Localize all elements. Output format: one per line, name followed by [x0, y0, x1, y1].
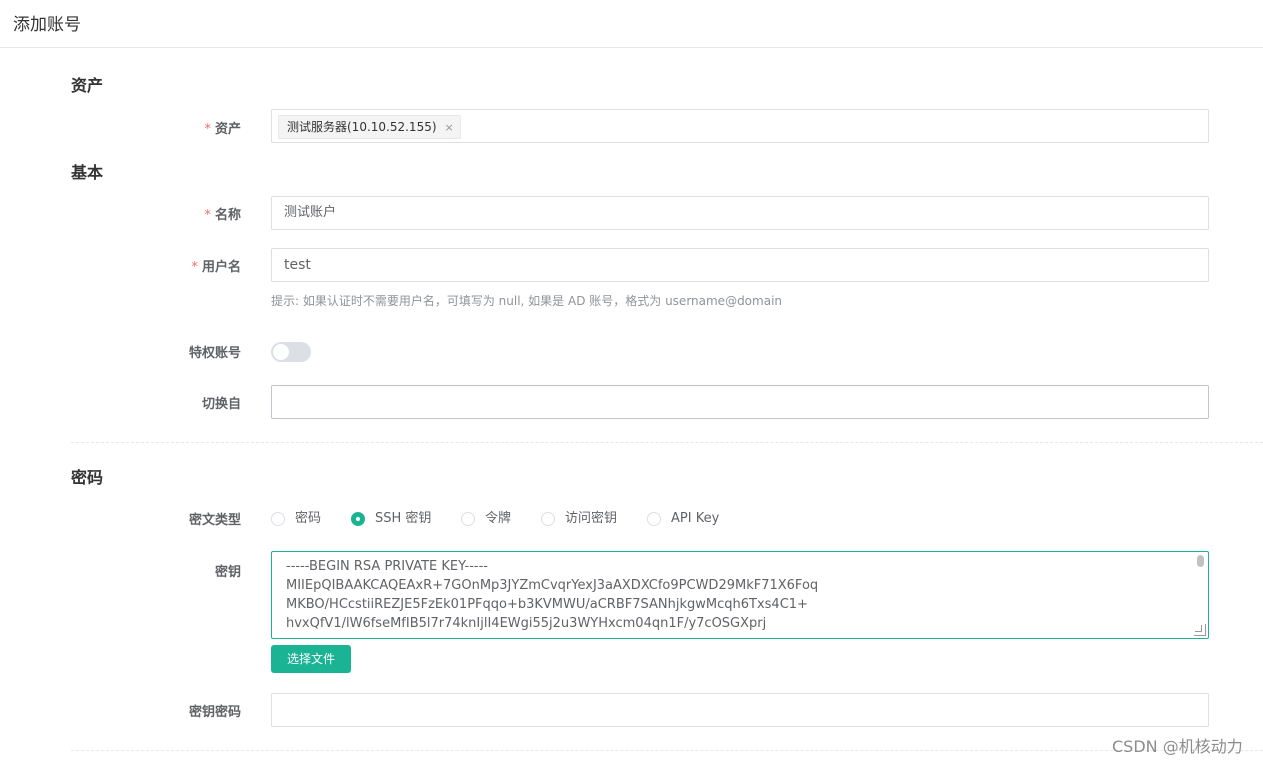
key-password-label: 密钥密码 — [188, 705, 241, 720]
section-divider — [71, 442, 1263, 443]
key-line: MKBO/HCcstiiREZJE5FzEk01PFqqo+b3KVMWU/aC… — [286, 597, 808, 612]
username-label: * 用户名 — [191, 260, 241, 275]
asset-label: * 资产 — [204, 122, 241, 137]
asset-tag: 测试服务器(10.10.52.155) × — [278, 115, 461, 139]
username-input[interactable]: test — [271, 248, 1209, 282]
asset-tag-label: 测试服务器(10.10.52.155) — [287, 120, 437, 134]
radio-icon — [271, 512, 285, 526]
privileged-switch[interactable] — [271, 342, 311, 362]
username-hint: 提示: 如果认证时不需要用户名，可填写为 null, 如果是 AD 账号，格式为… — [271, 294, 783, 308]
tag-close-icon[interactable]: × — [445, 121, 454, 134]
section-divider — [71, 750, 1263, 751]
secret-type-label: 密文类型 — [188, 513, 241, 528]
key-password-input[interactable] — [271, 693, 1209, 727]
choose-file-button[interactable]: 选择文件 — [271, 645, 351, 673]
key-line: -----BEGIN RSA PRIVATE KEY----- — [286, 559, 488, 574]
su-from-select[interactable] — [271, 385, 1209, 419]
required-mark: * — [191, 260, 198, 275]
private-key-textarea[interactable]: -----BEGIN RSA PRIVATE KEY----- MIIEpQIB… — [271, 551, 1209, 639]
name-label: * 名称 — [204, 208, 241, 223]
required-mark: * — [204, 122, 211, 137]
page-title: 添加账号 — [13, 15, 81, 35]
radio-icon — [541, 512, 555, 526]
watermark: CSDN @机核动力 — [1112, 737, 1243, 756]
key-label: 密钥 — [214, 565, 241, 580]
scrollbar-thumb[interactable] — [1197, 555, 1204, 567]
section-title-asset: 资产 — [71, 76, 104, 95]
key-line: MIIEpQIBAAKCAQEAxR+7GOnMp3JYZmCvqrYexJ3a… — [286, 578, 819, 593]
radio-icon — [647, 512, 661, 526]
radio-checked-icon — [351, 512, 365, 526]
resize-handle-icon[interactable] — [1194, 624, 1206, 636]
radio-icon — [461, 512, 475, 526]
name-input[interactable]: 测试账户 — [271, 196, 1209, 230]
privileged-label: 特权账号 — [188, 346, 241, 361]
page-header: 添加账号 — [0, 0, 1263, 48]
switch-knob — [273, 344, 289, 360]
section-title-password: 密码 — [71, 468, 104, 487]
key-line: hvxQfV1/lW6fseMfIB5l7r74knIjlI4EWgi55j2u… — [286, 616, 767, 631]
section-title-basic: 基本 — [71, 163, 104, 182]
su-from-label: 切换自 — [201, 397, 241, 412]
asset-select[interactable]: 测试服务器(10.10.52.155) × — [271, 109, 1209, 143]
required-mark: * — [204, 208, 211, 223]
